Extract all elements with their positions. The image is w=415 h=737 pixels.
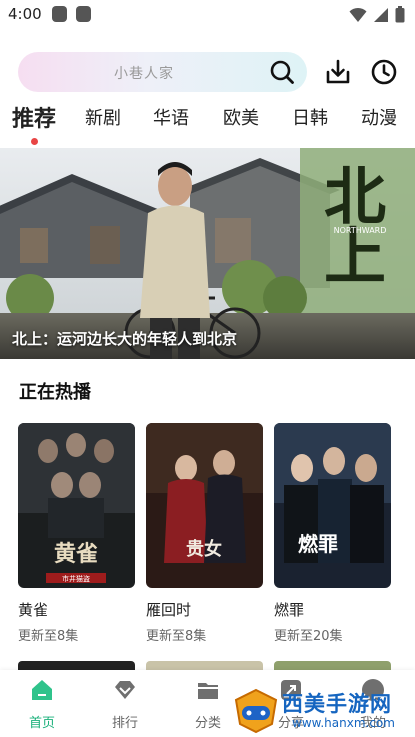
nav-home[interactable]: 首页 (12, 670, 72, 737)
category-tabs: 推荐 新剧 华语 欧美 日韩 动漫 (0, 101, 415, 145)
svg-text:贵女: 贵女 (186, 538, 222, 560)
svg-text:黄雀: 黄雀 (54, 541, 98, 567)
search-row: 小巷人家 (0, 52, 415, 94)
status-bar: 4:00 (0, 0, 415, 30)
card-title: 燃罪 (274, 601, 305, 619)
card-episode-status: 更新至8集 (18, 629, 79, 644)
card-episode-status: 更新至20集 (274, 629, 343, 644)
nav-label: 排行 (111, 716, 138, 731)
wifi-icon (349, 7, 367, 22)
download-icon[interactable] (324, 58, 352, 86)
gamepad-logo-icon (234, 688, 278, 734)
active-tab-indicator (31, 138, 38, 145)
history-clock-icon[interactable] (370, 58, 398, 86)
tab-chinese[interactable]: 华语 (153, 104, 189, 130)
watermark-text: 西美手游网 (282, 692, 392, 716)
search-icon[interactable] (269, 59, 295, 85)
rank-diamond-icon (115, 681, 135, 699)
poster-image: 贵女 (146, 423, 263, 588)
folder-icon (198, 683, 218, 699)
poster-image: 燃罪 (274, 423, 391, 588)
status-time: 4:00 (8, 5, 42, 23)
banner-art-subtitle: NORTHWARD (334, 226, 387, 235)
drama-card[interactable]: 燃罪 燃罪 更新至20集 (274, 423, 391, 644)
nav-label: 分类 (194, 716, 221, 731)
tab-anime[interactable]: 动漫 (361, 104, 397, 130)
nav-rank[interactable]: 排行 (95, 670, 155, 737)
poster-image: 黄雀 市井猫盗 (18, 423, 135, 588)
drama-card[interactable]: 黄雀 市井猫盗 黄雀 更新至8集 (18, 423, 135, 644)
featured-banner[interactable]: 北 上 NORTHWARD 北上：运河边长大的年轻人到北京 (0, 148, 415, 359)
svg-text:燃罪: 燃罪 (298, 532, 338, 556)
nav-category[interactable]: 分类 (178, 670, 238, 737)
notification-icon (52, 6, 67, 22)
tab-recommend[interactable]: 推荐 (12, 101, 56, 133)
banner-caption: 北上：运河边长大的年轻人到北京 (12, 330, 238, 348)
svg-text:市井猫盗: 市井猫盗 (62, 574, 90, 583)
tab-new-drama[interactable]: 新剧 (85, 104, 121, 130)
tab-japan-korea[interactable]: 日韩 (292, 104, 328, 130)
search-placeholder: 小巷人家 (114, 66, 174, 82)
watermark-url: www.hanxm.com (292, 716, 395, 730)
notification-icon (76, 6, 91, 22)
battery-icon (395, 6, 405, 23)
drama-card[interactable]: 贵女 雁回时 更新至8集 (146, 423, 263, 644)
site-watermark: 西美手游网 www.hanxm.com (232, 688, 415, 737)
tab-western[interactable]: 欧美 (223, 104, 259, 130)
nav-label: 首页 (28, 716, 55, 731)
signal-icon (374, 7, 388, 22)
card-episode-status: 更新至8集 (146, 629, 207, 644)
card-title: 黄雀 (18, 601, 49, 619)
home-icon (32, 680, 52, 700)
card-title: 雁回时 (146, 601, 192, 619)
status-indicators (349, 6, 405, 23)
search-input[interactable]: 小巷人家 (18, 52, 307, 92)
section-title: 正在热播 (19, 382, 91, 403)
